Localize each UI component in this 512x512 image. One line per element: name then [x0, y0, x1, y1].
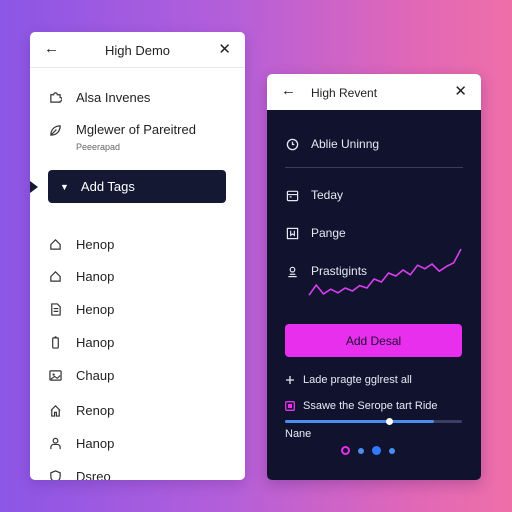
right-panel-title: High Revent: [311, 86, 378, 100]
person-icon: [48, 436, 62, 450]
shield-icon: [48, 469, 62, 480]
row-label: Ablie Uninng: [311, 137, 380, 151]
leaf-icon: [48, 123, 62, 137]
row-ablie-uninng[interactable]: Ablie Uninng: [285, 134, 379, 154]
left-panel-title: High Demo: [104, 43, 171, 58]
menu-item-label: Dsreo: [76, 468, 111, 481]
menu-item-label: Chaup: [76, 367, 115, 383]
battery-icon: [48, 335, 62, 349]
add-desal-button[interactable]: Add Desal: [285, 324, 462, 357]
menu-item-label: Henop: [76, 301, 115, 317]
slider-track[interactable]: [285, 418, 462, 425]
option-line-1-label: Lade pragte gglrest all: [303, 374, 412, 386]
page-dot[interactable]: [389, 447, 395, 454]
selection-pointer-icon: [30, 181, 38, 193]
menu-item-label: Mglewer of Pareitred: [76, 122, 196, 137]
puzzle-icon: [48, 90, 62, 104]
sparkline-chart: [308, 248, 462, 296]
menu-item-renop[interactable]: Renop: [48, 398, 227, 422]
page-dot[interactable]: [372, 446, 381, 455]
close-icon[interactable]: ✕: [218, 40, 231, 58]
menu-item-label: Hanop: [76, 334, 115, 350]
menu-item-hanop-3[interactable]: Hanop: [48, 431, 227, 455]
menu-item-alsa-invenes[interactable]: Alsa Invenes: [48, 85, 227, 109]
menu-item-label: Add Tags: [80, 179, 135, 194]
row-teday[interactable]: Teday: [285, 185, 343, 205]
menu-item-mglewer[interactable]: Mglewer of Pareitred Peeerapad: [48, 122, 227, 154]
checkbox-icon[interactable]: [285, 401, 295, 411]
page-dots: [341, 446, 395, 455]
menu-item-label: Hanop: [76, 268, 115, 284]
divider: [285, 167, 463, 168]
house-icon: [48, 237, 62, 251]
menu-item-hanop-2[interactable]: Hanop: [48, 330, 227, 354]
clock-icon: [285, 137, 299, 151]
right-panel: ← High Revent ✕ Ablie Uninng Teday Pange…: [267, 74, 481, 480]
menu-item-henop-2[interactable]: Henop: [48, 297, 227, 321]
left-panel-header: ← High Demo ✕: [30, 32, 245, 68]
menu-item-dsreo[interactable]: Dsreo: [48, 464, 227, 480]
home-outline-icon: [48, 403, 62, 417]
page-dot[interactable]: [358, 447, 364, 454]
option-line-2-label: Ssawe the Serope tart Ride: [303, 400, 438, 412]
menu-item-hanop-1[interactable]: Hanop: [48, 264, 227, 288]
row-label: Teday: [311, 188, 344, 202]
menu-item-label: Henop: [76, 236, 115, 252]
bookmark-icon: [285, 226, 299, 240]
row-label: Pange: [311, 226, 346, 240]
house-icon: [48, 269, 62, 283]
right-panel-header: ← High Revent ✕: [267, 74, 481, 110]
slider-fill: [285, 420, 434, 423]
back-arrow-icon[interactable]: ←: [281, 82, 296, 99]
slider-label: Nane: [285, 428, 312, 440]
option-line-2[interactable]: Ssawe the Serope tart Ride: [285, 400, 438, 412]
left-panel: ← High Demo ✕ Alsa Invenes Mglewer of Pa…: [30, 32, 245, 480]
user-icon: [285, 264, 299, 278]
menu-item-henop-1[interactable]: Henop: [48, 232, 227, 256]
menu-item-add-tags[interactable]: ▼ Add Tags: [48, 170, 226, 203]
menu-item-label: Alsa Invenes: [76, 89, 151, 105]
page-dot[interactable]: [341, 446, 350, 455]
menu-item-chaup[interactable]: Chaup: [48, 363, 227, 387]
calendar-icon: [285, 188, 299, 202]
menu-item-label: Hanop: [76, 435, 115, 451]
row-pange[interactable]: Pange: [285, 223, 346, 243]
document-icon: [48, 302, 62, 316]
plus-icon: [285, 375, 295, 385]
option-line-1[interactable]: Lade pragte gglrest all: [285, 374, 412, 386]
slider-thumb[interactable]: [386, 418, 394, 425]
menu-item-label: Renop: [76, 402, 115, 418]
caret-down-icon: ▼: [60, 181, 69, 192]
sparkline-series: [308, 248, 462, 296]
image-icon: [48, 368, 62, 382]
close-icon[interactable]: ✕: [454, 82, 467, 100]
menu-item-sublabel: Peeerapad: [76, 142, 121, 152]
